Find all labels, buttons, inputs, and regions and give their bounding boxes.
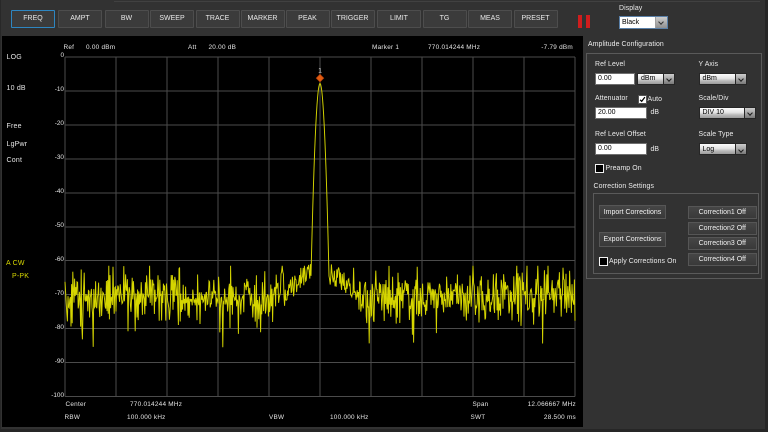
svg-text:1: 1 — [318, 68, 322, 75]
